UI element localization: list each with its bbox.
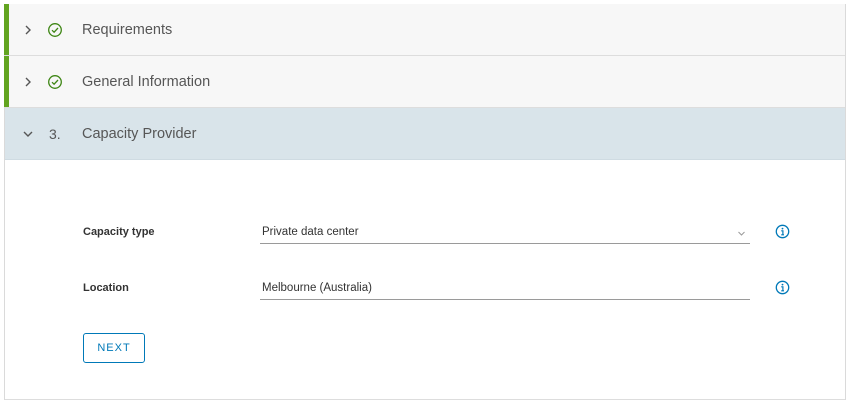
wizard-timeline: Requirements General Information 3. Capa… <box>4 4 846 400</box>
info-circle-icon[interactable] <box>775 224 790 239</box>
location-label: Location <box>83 282 129 294</box>
capacity-type-row: Capacity type Private data center <box>83 222 803 246</box>
step-title: Requirements <box>82 21 173 38</box>
capacity-type-select[interactable]: Private data center <box>260 222 750 244</box>
chevron-right-icon <box>22 76 34 88</box>
step-general-information-header[interactable]: General Information <box>4 56 845 108</box>
capacity-type-label: Capacity type <box>83 226 155 238</box>
step-requirements-header[interactable]: Requirements <box>4 4 845 56</box>
location-value: Melbourne (Australia) <box>262 282 372 294</box>
caret-down-icon <box>737 229 746 238</box>
check-circle-icon <box>47 74 63 90</box>
capacity-type-value: Private data center <box>262 226 359 238</box>
info-circle-icon[interactable] <box>775 280 790 295</box>
next-button[interactable]: NEXT <box>83 333 145 363</box>
step-number: 3. <box>49 125 61 142</box>
chevron-down-icon <box>22 128 34 140</box>
step-title: General Information <box>82 73 211 90</box>
check-circle-icon <box>47 22 63 38</box>
location-row: Location Melbourne (Australia) <box>83 278 803 302</box>
chevron-right-icon <box>22 24 34 36</box>
step-title: Capacity Provider <box>82 125 197 142</box>
location-field[interactable]: Melbourne (Australia) <box>260 278 750 300</box>
step-capacity-provider-header[interactable]: 3. Capacity Provider <box>5 108 845 160</box>
capacity-provider-form: Capacity type Private data center Locati… <box>5 160 845 400</box>
